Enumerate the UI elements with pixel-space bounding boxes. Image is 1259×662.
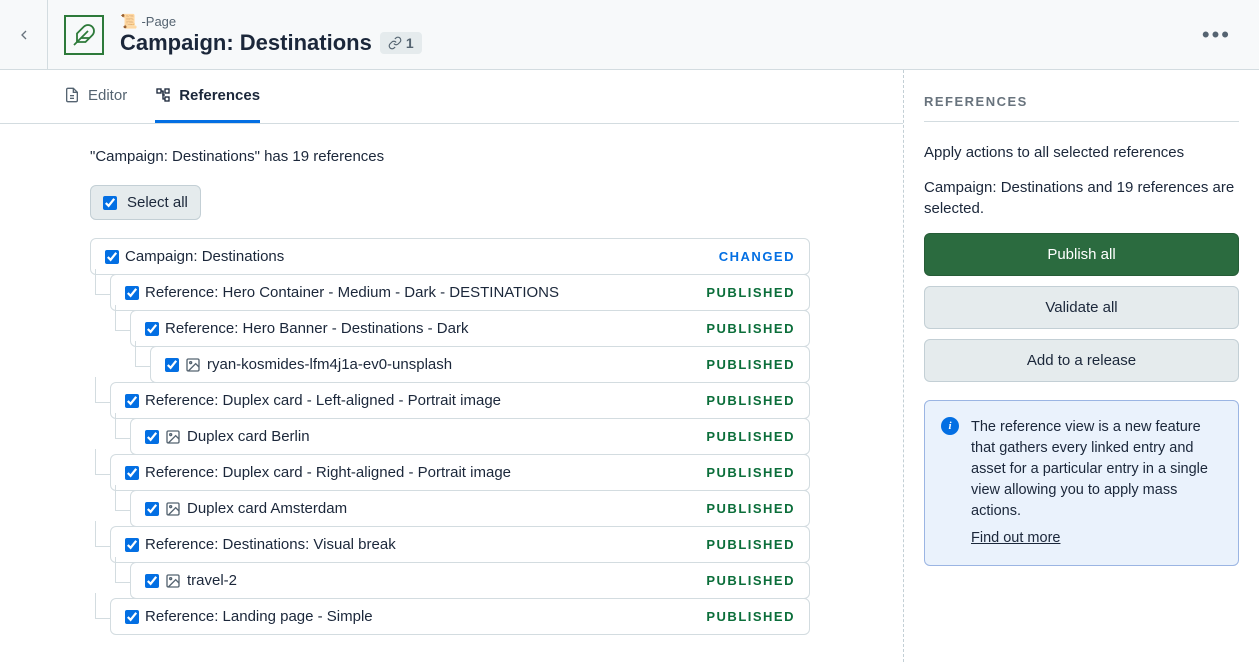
- tree-row[interactable]: Reference: Destinations: Visual breakPUB…: [110, 526, 810, 563]
- row-label: Reference: Duplex card - Right-aligned -…: [145, 464, 706, 481]
- sidebar-desc: Apply actions to all selected references: [924, 142, 1239, 163]
- tree-row[interactable]: Reference: Hero Banner - Destinations - …: [130, 310, 810, 347]
- select-all-button[interactable]: Select all: [90, 185, 201, 220]
- row-checkbox[interactable]: [105, 250, 119, 264]
- row-label: Reference: Destinations: Visual break: [145, 536, 706, 553]
- tree-row[interactable]: Reference: Landing page - SimplePUBLISHE…: [110, 598, 810, 635]
- tree-connector: [95, 377, 111, 403]
- add-to-release-button[interactable]: Add to a release: [924, 339, 1239, 382]
- row-checkbox[interactable]: [145, 430, 159, 444]
- sidebar-selected-text: Campaign: Destinations and 19 references…: [924, 177, 1239, 219]
- row-checkbox[interactable]: [145, 574, 159, 588]
- status-badge: PUBLISHED: [706, 321, 795, 336]
- tree-connector: [115, 557, 131, 583]
- tab-editor[interactable]: Editor: [64, 70, 127, 123]
- references-tree: Campaign: DestinationsCHANGED Reference: …: [90, 238, 810, 635]
- back-button[interactable]: [0, 0, 48, 69]
- image-icon: [165, 573, 181, 589]
- tree-connector: [95, 449, 111, 475]
- info-box: i The reference view is a new feature th…: [924, 400, 1239, 566]
- content-type-icon: [64, 15, 104, 55]
- find-out-more-link[interactable]: Find out more: [971, 528, 1060, 549]
- status-badge: PUBLISHED: [706, 465, 795, 480]
- row-checkbox[interactable]: [165, 358, 179, 372]
- validate-all-button[interactable]: Validate all: [924, 286, 1239, 329]
- row-checkbox[interactable]: [125, 538, 139, 552]
- image-icon: [165, 429, 181, 445]
- row-checkbox[interactable]: [125, 610, 139, 624]
- row-checkbox[interactable]: [125, 286, 139, 300]
- tree-connector: [115, 413, 131, 439]
- tree-connector: [115, 485, 131, 511]
- status-badge: PUBLISHED: [706, 429, 795, 444]
- references-summary: "Campaign: Destinations" has 19 referenc…: [90, 148, 903, 165]
- row-label: Duplex card Berlin: [187, 428, 706, 445]
- tree-row[interactable]: Campaign: DestinationsCHANGED: [90, 238, 810, 275]
- row-label: ryan-kosmides-lfm4j1a-ev0-unsplash: [207, 356, 706, 373]
- tree-icon: [155, 87, 171, 103]
- row-checkbox[interactable]: [145, 502, 159, 516]
- tabs: Editor References: [0, 70, 903, 124]
- tree-row[interactable]: ryan-kosmides-lfm4j1a-ev0-unsplashPUBLIS…: [150, 346, 810, 383]
- row-label: Reference: Hero Banner - Destinations - …: [165, 320, 706, 337]
- tab-editor-label: Editor: [88, 87, 127, 104]
- tree-row[interactable]: Reference: Hero Container - Medium - Dar…: [110, 274, 810, 311]
- status-badge: PUBLISHED: [706, 357, 795, 372]
- row-label: Reference: Hero Container - Medium - Dar…: [145, 284, 706, 301]
- tree-connector: [95, 521, 111, 547]
- publish-all-button[interactable]: Publish all: [924, 233, 1239, 276]
- link-count: 1: [406, 35, 414, 51]
- row-label: travel-2: [187, 572, 706, 589]
- tree-row[interactable]: Duplex card AmsterdamPUBLISHED: [130, 490, 810, 527]
- scroll-icon: 📜: [120, 13, 137, 30]
- document-icon: [64, 87, 80, 103]
- status-badge: PUBLISHED: [706, 393, 795, 408]
- tree-connector: [95, 269, 111, 295]
- row-checkbox[interactable]: [125, 394, 139, 408]
- link-icon: [388, 36, 402, 50]
- tree-row[interactable]: Duplex card BerlinPUBLISHED: [130, 418, 810, 455]
- header-bar: 📜 -Page Campaign: Destinations 1 •••: [0, 0, 1259, 70]
- tree-connector: [95, 593, 111, 619]
- feather-icon: [72, 23, 96, 47]
- status-badge: PUBLISHED: [706, 501, 795, 516]
- breadcrumb-text: -Page: [141, 14, 176, 29]
- sidebar-heading: REFERENCES: [924, 94, 1239, 122]
- tab-references-label: References: [179, 87, 260, 104]
- tab-references[interactable]: References: [155, 70, 260, 123]
- row-checkbox[interactable]: [145, 322, 159, 336]
- sidebar: REFERENCES Apply actions to all selected…: [904, 70, 1259, 662]
- page-title: Campaign: Destinations: [120, 30, 372, 56]
- status-badge: PUBLISHED: [706, 537, 795, 552]
- row-label: Reference: Duplex card - Left-aligned - …: [145, 392, 706, 409]
- link-count-badge[interactable]: 1: [380, 32, 422, 54]
- info-text: The reference view is a new feature that…: [971, 417, 1222, 549]
- row-label: Duplex card Amsterdam: [187, 500, 706, 517]
- status-badge: CHANGED: [719, 249, 795, 264]
- tree-row[interactable]: travel-2PUBLISHED: [130, 562, 810, 599]
- breadcrumb: 📜 -Page: [120, 13, 422, 30]
- status-badge: PUBLISHED: [706, 285, 795, 300]
- status-badge: PUBLISHED: [706, 573, 795, 588]
- row-checkbox[interactable]: [125, 466, 139, 480]
- more-actions-button[interactable]: •••: [1202, 22, 1231, 48]
- tree-connector: [115, 305, 131, 331]
- chevron-left-icon: [16, 27, 32, 43]
- tree-row[interactable]: Reference: Duplex card - Right-aligned -…: [110, 454, 810, 491]
- title-block: 📜 -Page Campaign: Destinations 1: [120, 13, 422, 56]
- tree-connector: [135, 341, 151, 367]
- row-label: Campaign: Destinations: [125, 248, 719, 265]
- row-label: Reference: Landing page - Simple: [145, 608, 706, 625]
- select-all-checkbox[interactable]: [103, 196, 117, 210]
- image-icon: [165, 501, 181, 517]
- tree-row[interactable]: Reference: Duplex card - Left-aligned - …: [110, 382, 810, 419]
- status-badge: PUBLISHED: [706, 609, 795, 624]
- info-icon: i: [941, 417, 959, 435]
- image-icon: [185, 357, 201, 373]
- info-message: The reference view is a new feature that…: [971, 419, 1208, 519]
- select-all-label: Select all: [127, 194, 188, 211]
